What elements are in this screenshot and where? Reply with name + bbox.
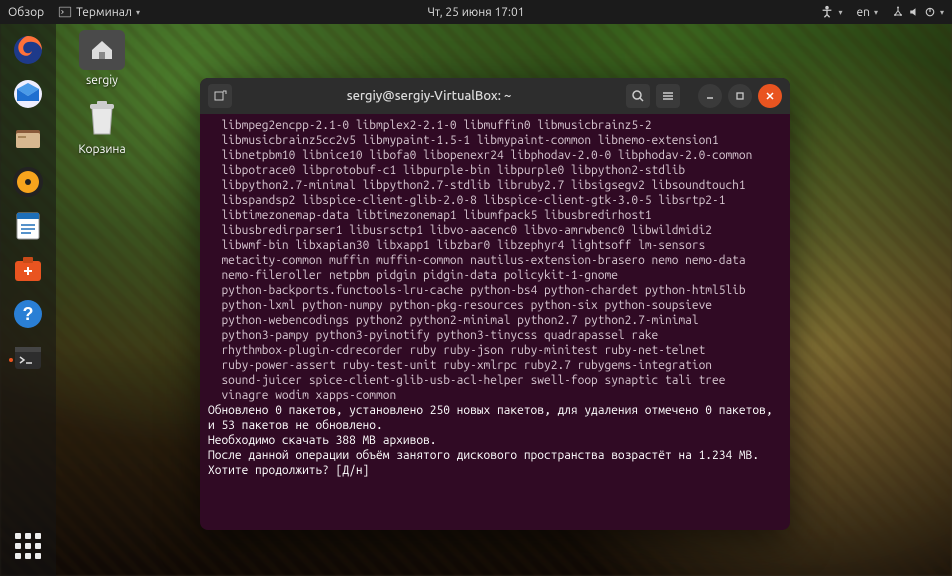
- terminal-line: libspandsp2 libspice-client-glib-2.0-8 l…: [208, 193, 782, 208]
- dock-app-files[interactable]: [6, 118, 50, 162]
- terminal-line: libusbredirparser1 libusrsctp1 libvo-aac…: [208, 223, 782, 238]
- ubuntu-software-icon: [11, 253, 45, 291]
- terminal-line: sound-juicer spice-client-glib-usb-acl-h…: [208, 373, 782, 388]
- activities-button[interactable]: Обзор: [8, 6, 44, 19]
- clock[interactable]: Чт, 25 июня 17:01: [427, 6, 524, 19]
- network-icon: [892, 6, 904, 18]
- new-tab-icon: [213, 89, 227, 103]
- chevron-down-icon: ▾: [838, 8, 842, 17]
- thunderbird-icon: [11, 77, 45, 115]
- maximize-icon: [734, 90, 746, 102]
- chevron-down-icon: ▾: [874, 8, 878, 17]
- terminal-line: libmpeg2encpp-2.1-0 libmplex2-2.1-0 libm…: [208, 118, 782, 133]
- app-menu[interactable]: Терминал ▾: [58, 5, 140, 19]
- desktop-icons: sergiy Корзина: [66, 30, 138, 156]
- home-folder-icon: [79, 30, 125, 70]
- input-source-label: en: [856, 6, 869, 19]
- show-applications-button[interactable]: [6, 524, 50, 568]
- trash-icon: [79, 99, 125, 139]
- terminal-line: vinagre wodim xapps-common: [208, 388, 782, 403]
- input-source-menu[interactable]: en ▾: [856, 6, 878, 19]
- rhythmbox-icon: [11, 165, 45, 203]
- grid-icon: [15, 533, 41, 559]
- terminal-line: libmusicbrainz5cc2v5 libmypaint-1.5-1 li…: [208, 133, 782, 148]
- dock-app-firefox[interactable]: [6, 30, 50, 74]
- terminal-line: python-webencodings python2 python2-mini…: [208, 313, 782, 328]
- terminal-line: libwmf-bin libxapian30 libxapp1 libzbar0…: [208, 238, 782, 253]
- terminal-line: rhythmbox-plugin-cdrecorder ruby ruby-js…: [208, 343, 782, 358]
- dock: ?: [0, 24, 56, 576]
- terminal-line: libpotrace0 libprotobuf-c1 libpurple-bin…: [208, 163, 782, 178]
- terminal-line: Хотите продолжить? [Д/н]: [208, 463, 782, 478]
- chevron-down-icon: ▾: [136, 8, 140, 17]
- svg-text:?: ?: [23, 304, 34, 324]
- dock-app-terminal[interactable]: [6, 338, 50, 382]
- close-button[interactable]: [758, 84, 782, 108]
- volume-icon: [908, 6, 920, 18]
- dock-app-ubuntu-software[interactable]: [6, 250, 50, 294]
- desktop-icon-label: Корзина: [66, 143, 138, 156]
- maximize-button[interactable]: [728, 84, 752, 108]
- dock-app-thunderbird[interactable]: [6, 74, 50, 118]
- desktop-icon-home[interactable]: sergiy: [66, 30, 138, 87]
- system-menu[interactable]: ▾: [892, 6, 944, 18]
- terminal-line: python3-pampy python3-pyinotify python3-…: [208, 328, 782, 343]
- terminal-icon: [58, 5, 72, 19]
- top-panel: Обзор Терминал ▾ Чт, 25 июня 17:01 ▾ en …: [0, 0, 952, 24]
- search-icon: [631, 89, 645, 103]
- app-menu-label: Терминал: [76, 6, 132, 19]
- chevron-down-icon: ▾: [940, 8, 944, 17]
- libreoffice-writer-icon: [11, 209, 45, 247]
- minimize-button[interactable]: [698, 84, 722, 108]
- accessibility-icon: [820, 5, 834, 19]
- terminal-line: python-lxml python-numpy python-pkg-reso…: [208, 298, 782, 313]
- clock-label: Чт, 25 июня 17:01: [427, 6, 524, 19]
- terminal-line: python-backports.functools-lru-cache pyt…: [208, 283, 782, 298]
- terminal-icon: [11, 341, 45, 379]
- desktop-icon-trash[interactable]: Корзина: [66, 99, 138, 156]
- terminal-body[interactable]: libmpeg2encpp-2.1-0 libmplex2-2.1-0 libm…: [200, 114, 790, 530]
- files-icon: [11, 121, 45, 159]
- terminal-line: libtimezonemap-data libtimezonemap1 libu…: [208, 208, 782, 223]
- dock-app-libreoffice-writer[interactable]: [6, 206, 50, 250]
- dock-app-rhythmbox[interactable]: [6, 162, 50, 206]
- new-tab-button[interactable]: [208, 84, 232, 108]
- window-titlebar[interactable]: sergiy@sergiy-VirtualBox: ~: [200, 78, 790, 114]
- activities-label: Обзор: [8, 6, 44, 19]
- hamburger-icon: [661, 89, 675, 103]
- close-icon: [764, 90, 776, 102]
- terminal-line: libnetpbm10 libnice10 libofa0 libopenexr…: [208, 148, 782, 163]
- menu-button[interactable]: [656, 84, 680, 108]
- search-button[interactable]: [626, 84, 650, 108]
- window-title: sergiy@sergiy-VirtualBox: ~: [238, 89, 620, 103]
- dock-app-help[interactable]: ?: [6, 294, 50, 338]
- terminal-line: После данной операции объём занятого дис…: [208, 448, 782, 463]
- firefox-icon: [11, 33, 45, 71]
- terminal-line: metacity-common muffin muffin-common nau…: [208, 253, 782, 268]
- terminal-line: Обновлено 0 пакетов, установлено 250 нов…: [208, 403, 782, 433]
- minimize-icon: [704, 90, 716, 102]
- accessibility-menu[interactable]: ▾: [820, 5, 842, 19]
- terminal-line: libpython2.7-minimal libpython2.7-stdlib…: [208, 178, 782, 193]
- terminal-line: ruby-power-assert ruby-test-unit ruby-xm…: [208, 358, 782, 373]
- desktop-icon-label: sergiy: [66, 74, 138, 87]
- help-icon: ?: [11, 297, 45, 335]
- terminal-window: sergiy@sergiy-VirtualBox: ~ libmpeg2encp…: [200, 78, 790, 530]
- terminal-line: Необходимо скачать 388 MB архивов.: [208, 433, 782, 448]
- terminal-line: nemo-fileroller netpbm pidgin pidgin-dat…: [208, 268, 782, 283]
- power-icon: [924, 6, 936, 18]
